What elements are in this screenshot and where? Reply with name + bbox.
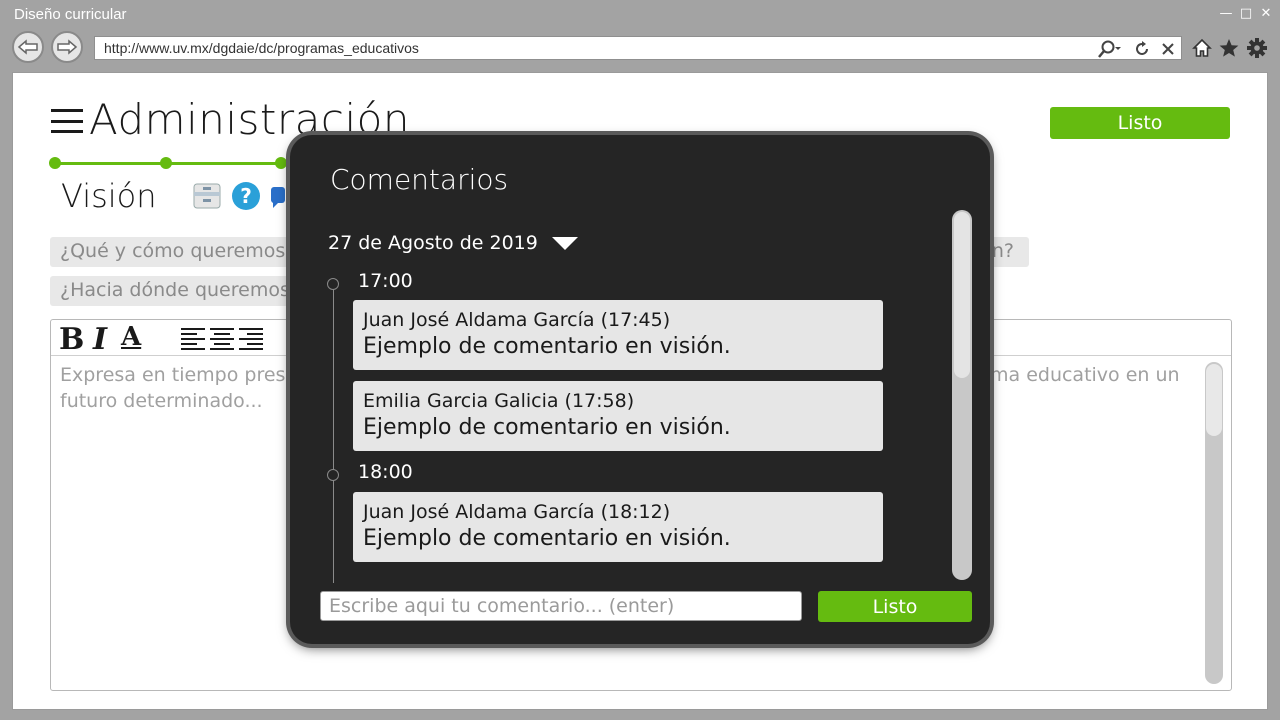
comments-scrollbar-thumb[interactable] [954,212,970,378]
search-icon[interactable] [1095,39,1123,59]
comment-author: Emilia Garcia Galicia (17:58) [363,390,635,412]
comment-input[interactable] [320,591,802,621]
window-controls: — □ ✕ [1220,6,1272,21]
timeline-dot [327,469,339,481]
placeholder-line-1-end: ma educativo en un [990,364,1180,386]
home-icon[interactable] [1192,38,1212,58]
comment-text: Ejemplo de comentario en visión. [363,415,731,440]
url-text: http://www.uv.mx/dgdaie/dc/programas_edu… [104,40,419,56]
archive-icon[interactable] [193,181,221,211]
comment-author: Juan José Aldama García (17:45) [363,309,671,331]
arrow-left-icon [17,39,38,55]
close-window-icon[interactable]: ✕ [1260,6,1272,21]
question-text: ¿Qué y cómo queremos [60,240,286,262]
comment-text: Ejemplo de comentario en visión. [363,334,731,359]
bold-button[interactable]: B [59,322,84,357]
comments-icon[interactable] [271,181,285,211]
align-left-icon[interactable] [181,327,207,351]
back-button[interactable] [12,31,44,63]
font-color-button[interactable]: A [121,322,141,352]
timeline-dot [327,278,339,290]
timeline-line [333,283,334,583]
progress-step-dot[interactable] [275,157,287,169]
editor-scrollbar[interactable] [1205,362,1223,684]
align-center-icon[interactable] [209,327,235,351]
settings-gear-icon[interactable] [1246,37,1268,59]
date-dropdown[interactable]: 27 de Agosto de 2019 [328,232,578,254]
modal-title: Comentarios [330,163,509,196]
question-text: ¿Hacia dónde queremos [60,279,290,301]
progress-step-dot[interactable] [160,157,172,169]
comments-modal: Comentarios 27 de Agosto de 2019 17:00 J… [290,135,990,644]
star-icon[interactable] [1218,38,1240,58]
maximize-icon[interactable]: □ [1240,6,1252,21]
minimize-icon[interactable]: — [1220,6,1233,21]
comment-card: Emilia Garcia Galicia (17:58) Ejemplo de… [353,381,883,451]
progress-step-dot[interactable] [49,157,61,169]
refresh-icon[interactable] [1133,40,1151,58]
hamburger-menu-icon[interactable] [51,109,83,133]
comment-author: Juan José Aldama García (18:12) [363,501,671,523]
italic-button[interactable]: I [93,322,107,357]
arrow-right-icon [57,39,78,55]
done-button[interactable]: Listo [1050,107,1230,139]
comment-card: Juan José Aldama García (17:45) Ejemplo … [353,300,883,370]
forward-button[interactable] [51,31,83,63]
section-title: Visión [61,177,157,215]
timeline-time: 18:00 [358,461,413,483]
comment-card: Juan José Aldama García (18:12) Ejemplo … [353,492,883,562]
svg-text:?: ? [240,184,252,208]
date-label: 27 de Agosto de 2019 [328,232,538,254]
stop-icon[interactable] [1161,42,1175,56]
comments-scrollbar[interactable] [952,210,972,580]
address-bar[interactable]: http://www.uv.mx/dgdaie/dc/programas_edu… [94,36,1182,60]
window-title: Diseño curricular [14,6,127,23]
help-icon[interactable]: ? [231,181,261,211]
editor-scrollbar-thumb[interactable] [1206,364,1222,436]
timeline-time: 17:00 [358,270,413,292]
submit-comment-button[interactable]: Listo [818,591,972,622]
align-right-icon[interactable] [237,327,263,351]
guiding-question-2: ¿Hacia dónde queremos [50,276,300,306]
chevron-down-icon[interactable] [551,236,578,250]
comment-text: Ejemplo de comentario en visión. [363,526,731,551]
